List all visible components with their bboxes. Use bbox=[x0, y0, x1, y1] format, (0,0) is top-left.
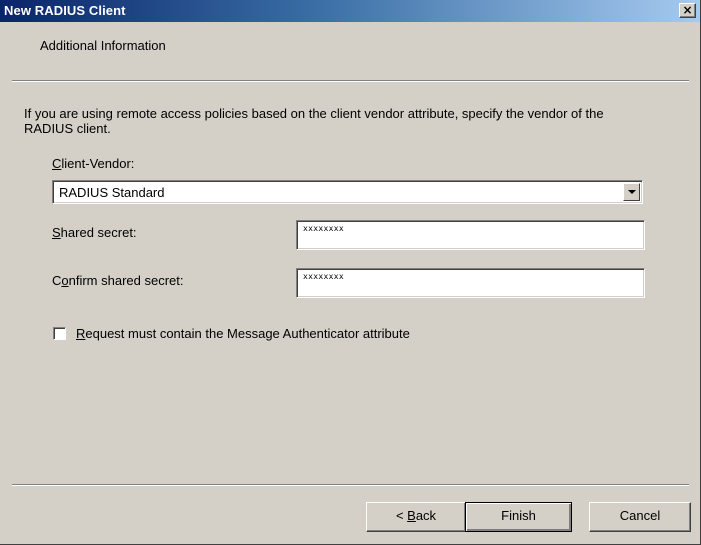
message-authenticator-checkbox[interactable] bbox=[53, 327, 66, 340]
back-button[interactable]: < Back bbox=[366, 502, 466, 532]
close-button[interactable]: × bbox=[679, 3, 696, 18]
shared-secret-hotkey: S bbox=[52, 225, 61, 240]
shared-secret-label: Shared secret: bbox=[52, 225, 137, 240]
confirm-secret-field[interactable]: xxxxxxxx bbox=[296, 268, 645, 298]
client-vendor-value: RADIUS Standard bbox=[59, 185, 165, 200]
back-button-rest: ack bbox=[415, 508, 437, 523]
back-button-hotkey: B bbox=[407, 508, 416, 523]
finish-button[interactable]: Finish bbox=[465, 502, 572, 532]
chevron-down-icon[interactable] bbox=[623, 183, 640, 201]
shared-secret-label-rest: hared secret: bbox=[60, 225, 137, 240]
confirm-secret-label-pre: C bbox=[52, 273, 62, 288]
window-title: New RADIUS Client bbox=[4, 3, 126, 18]
confirm-secret-label-rest: nfirm shared secret: bbox=[68, 273, 184, 288]
title-bar[interactable]: New RADIUS Client × bbox=[0, 0, 700, 22]
new-radius-client-dialog: New RADIUS Client × Additional Informati… bbox=[0, 0, 701, 545]
page-title: Additional Information bbox=[40, 38, 166, 53]
client-vendor-label-rest: lient-Vendor: bbox=[61, 156, 135, 171]
message-authenticator-hotkey: R bbox=[76, 326, 86, 341]
message-authenticator-label-rest: equest must contain the Message Authenti… bbox=[85, 326, 410, 341]
shared-secret-value: xxxxxxxx bbox=[303, 224, 344, 233]
client-vendor-label: Client-Vendor: bbox=[52, 156, 134, 171]
confirm-secret-hotkey: o bbox=[61, 273, 69, 288]
shared-secret-field[interactable]: xxxxxxxx bbox=[296, 220, 645, 250]
cancel-button[interactable]: Cancel bbox=[589, 502, 691, 532]
footer-separator bbox=[12, 484, 689, 486]
description-text: If you are using remote access policies … bbox=[24, 106, 604, 136]
back-button-pre: < bbox=[395, 508, 408, 523]
client-vendor-hotkey: C bbox=[52, 156, 62, 171]
confirm-secret-label: Confirm shared secret: bbox=[52, 273, 184, 288]
message-authenticator-label[interactable]: Request must contain the Message Authent… bbox=[76, 326, 410, 341]
client-vendor-dropdown[interactable]: RADIUS Standard bbox=[52, 180, 643, 204]
header-separator bbox=[12, 80, 689, 82]
confirm-secret-value: xxxxxxxx bbox=[303, 272, 344, 281]
